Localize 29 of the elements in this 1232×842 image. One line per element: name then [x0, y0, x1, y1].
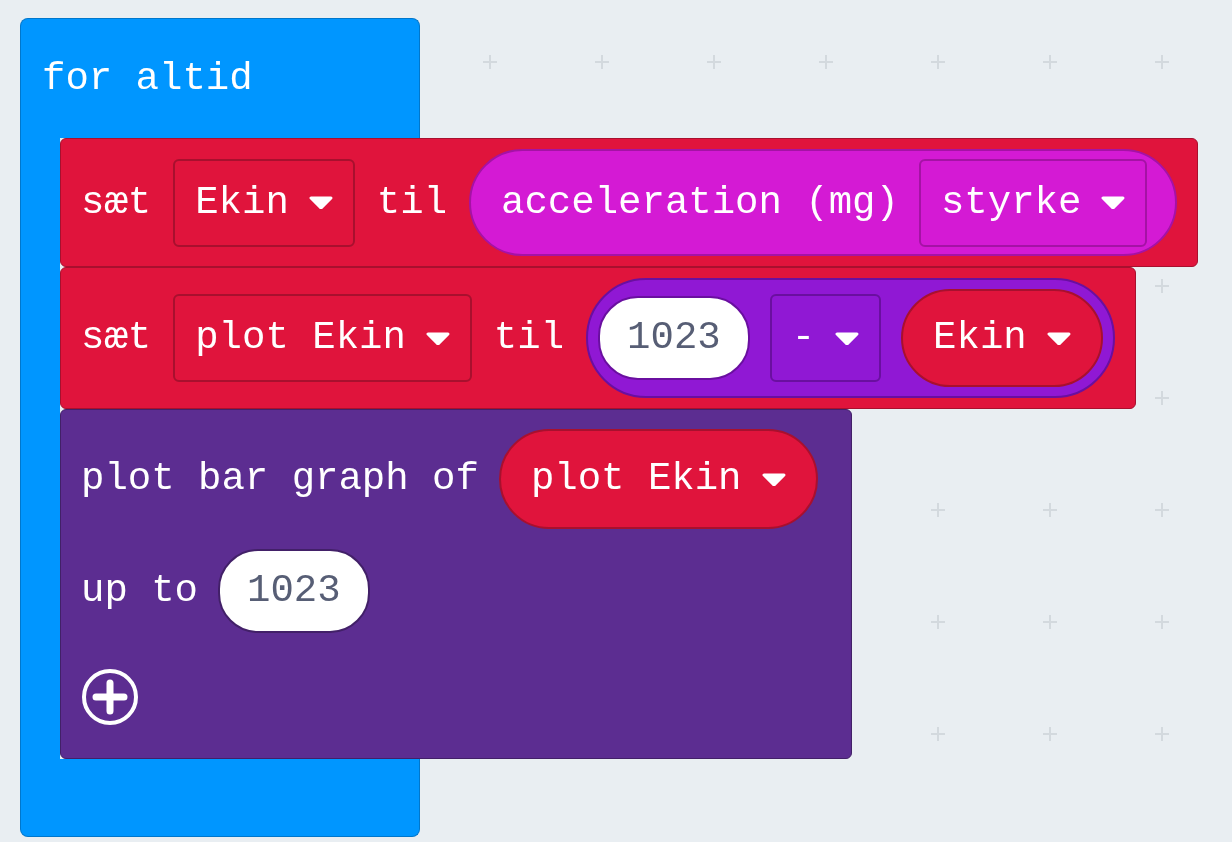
variable-reporter[interactable]: Ekin	[901, 289, 1103, 387]
caret-icon	[308, 196, 333, 209]
add-icon[interactable]	[81, 668, 139, 726]
sensor-reporter[interactable]: acceleration (mg) styrke	[469, 149, 1178, 256]
arithmetic-reporter[interactable]: 1023 - Ekin	[586, 278, 1115, 398]
block-label: til	[376, 180, 448, 225]
variable-dropdown[interactable]: plot Ekin	[173, 294, 472, 382]
caret-icon	[1046, 331, 1071, 345]
operator-dropdown[interactable]: -	[769, 294, 882, 382]
caret-icon	[425, 331, 450, 345]
block-label: sæt	[81, 180, 152, 225]
block-label: til	[493, 316, 565, 360]
block-label: for altid	[42, 56, 253, 101]
variable-reporter[interactable]: plot Ekin	[498, 429, 818, 529]
property-dropdown[interactable]: styrke	[918, 158, 1148, 247]
reporter-label: acceleration (mg)	[501, 180, 899, 225]
set-block[interactable]: sæt plot Ekin til 1023 - Ekin	[60, 267, 1136, 409]
block-label: sæt	[81, 316, 152, 360]
plot-block[interactable]: plot bar graph of plot Ekin up to 1023	[60, 409, 852, 759]
block-label: plot bar graph of	[81, 457, 479, 501]
number-field[interactable]: 1023	[598, 296, 750, 380]
block-header[interactable]: for altid	[20, 18, 420, 138]
caret-icon	[1101, 196, 1126, 209]
set-block[interactable]: sæt Ekin til acceleration (mg) styrke	[60, 138, 1199, 267]
number-field[interactable]: 1023	[218, 549, 370, 633]
block-label: up to	[81, 569, 199, 613]
caret-icon	[761, 472, 786, 486]
variable-dropdown[interactable]: Ekin	[173, 158, 355, 247]
caret-icon	[835, 331, 860, 345]
